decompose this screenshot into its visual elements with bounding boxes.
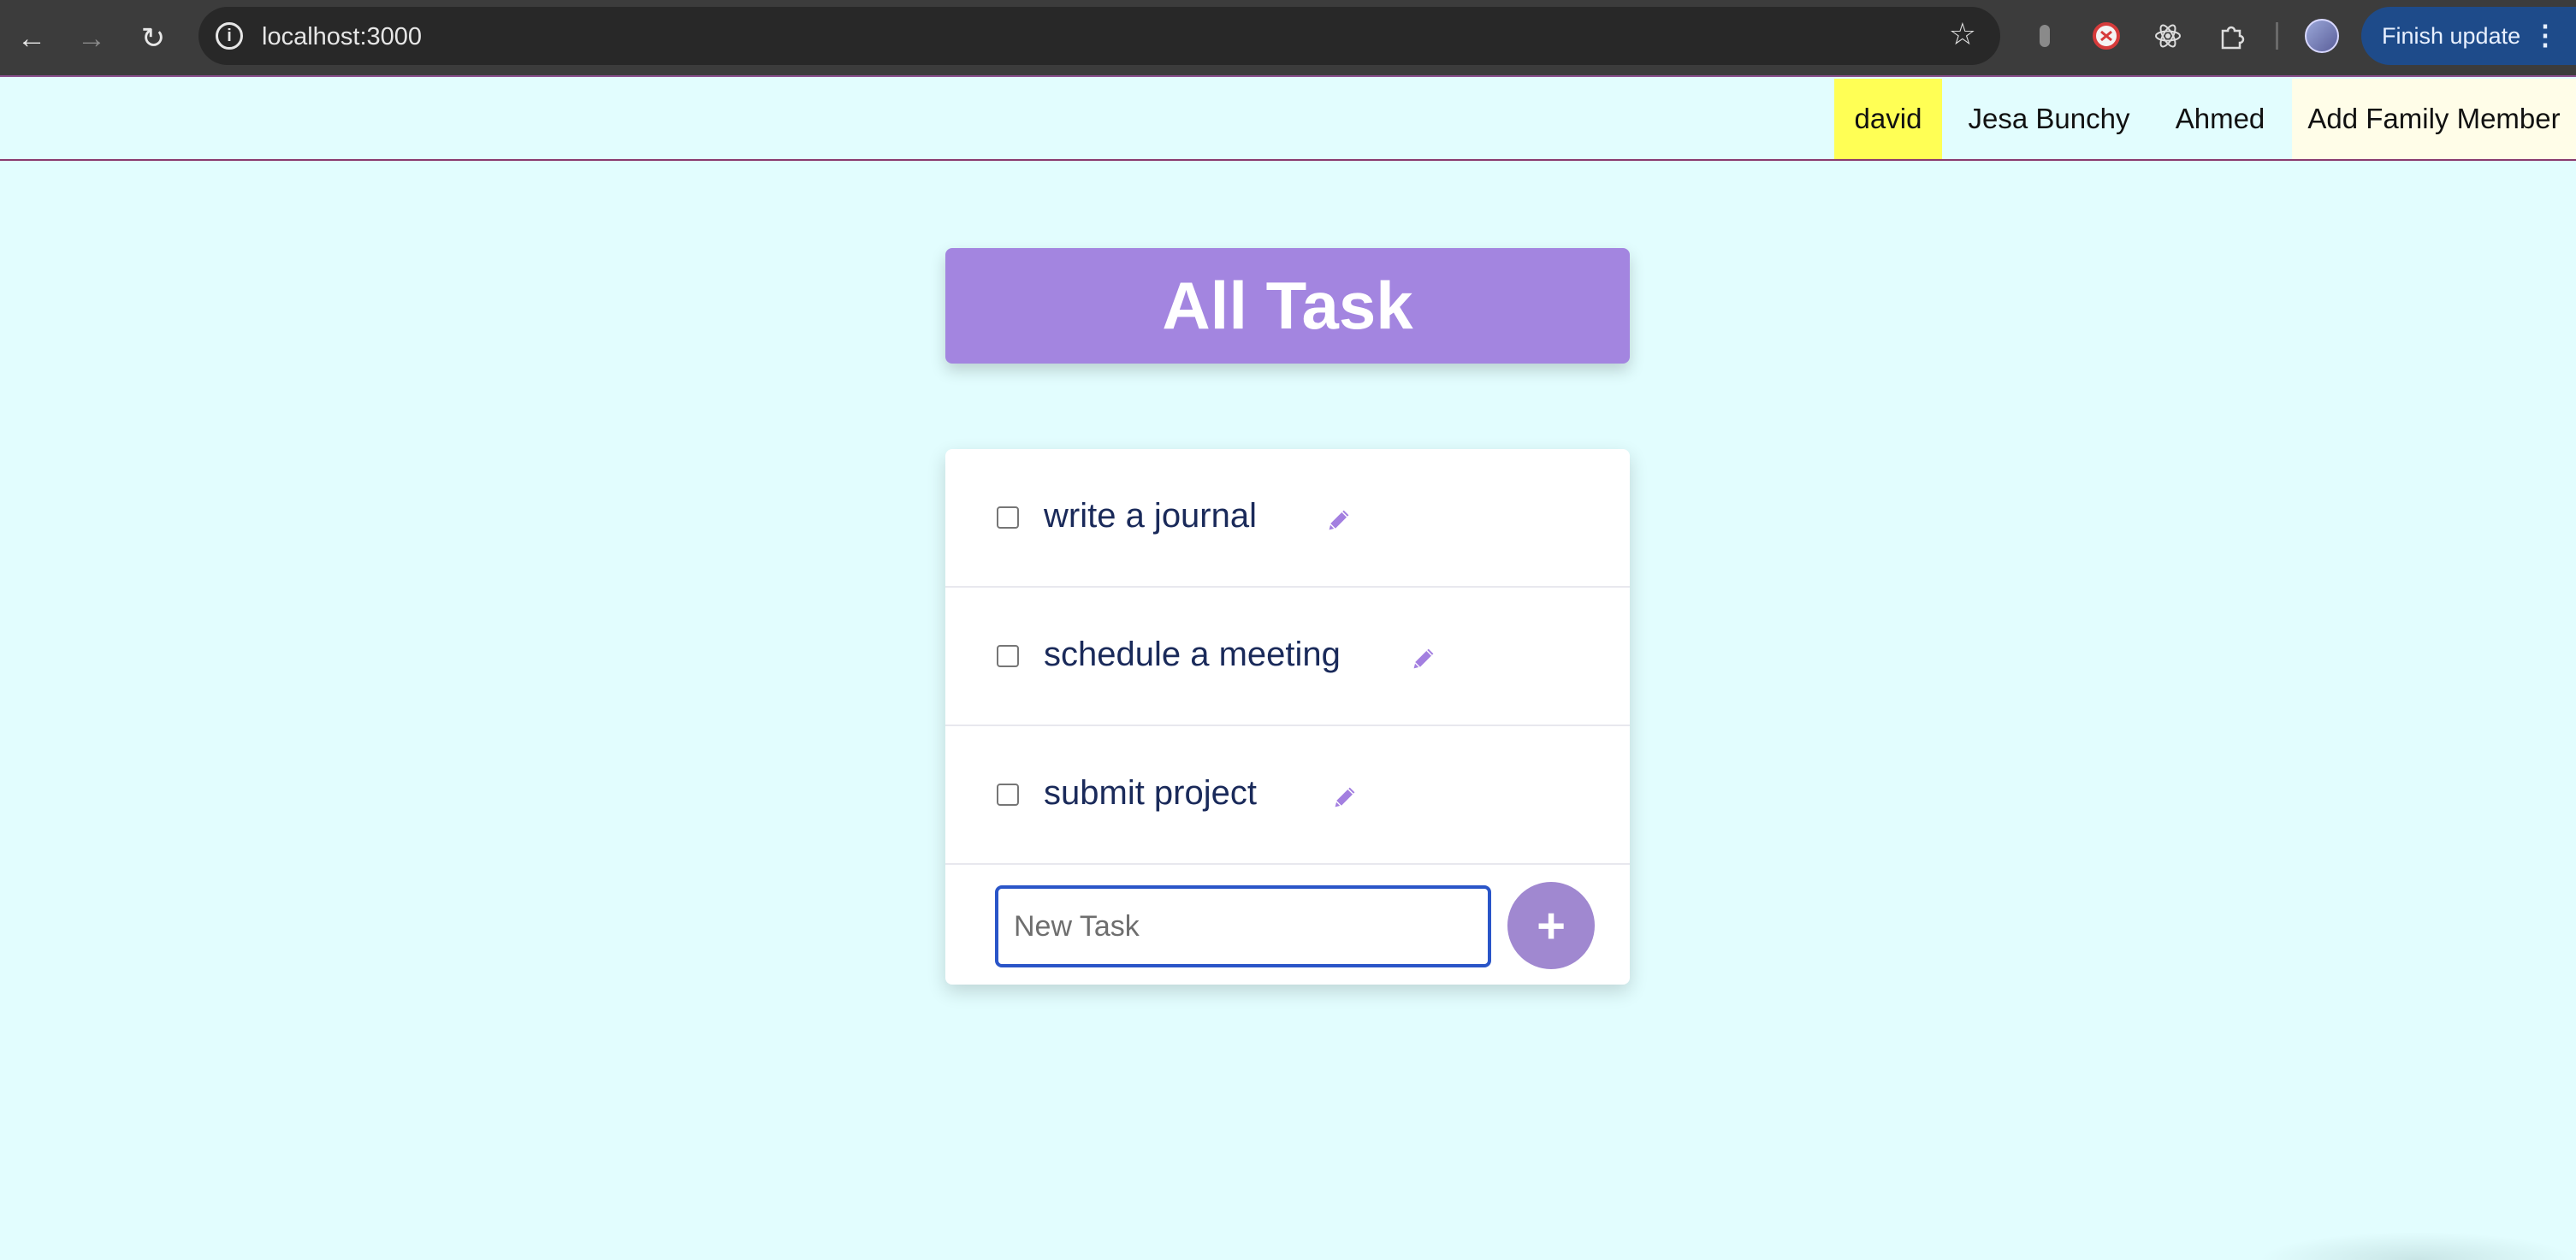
bookmark-star-icon[interactable]: ☆ [1949, 19, 1976, 50]
task-checkbox[interactable] [997, 506, 1019, 529]
reload-icon[interactable]: ↻ [130, 15, 176, 62]
puzzle-icon[interactable] [2214, 19, 2248, 53]
task-label: write a journal [1044, 497, 1258, 535]
task-label: schedule a meeting [1044, 636, 1341, 673]
info-icon[interactable]: i [216, 22, 243, 50]
nav-item-label: Add Family Member [2307, 103, 2561, 134]
back-arrow-icon[interactable]: ← [9, 15, 55, 62]
pencil-icon[interactable] [1323, 504, 1355, 536]
finish-update-button[interactable]: Finish update ⋮ [2361, 7, 2576, 65]
nav-item-david[interactable]: david [1834, 79, 1942, 159]
task-row: write a journal [945, 449, 1630, 588]
extension-red-icon[interactable] [2089, 19, 2123, 53]
nav-item-label: Ahmed [2175, 103, 2265, 134]
url-text[interactable]: localhost:3000 [262, 23, 422, 51]
task-row: submit project [945, 726, 1630, 865]
task-list-card: write a journal schedule a meeting submi… [945, 449, 1630, 985]
task-checkbox[interactable] [997, 784, 1019, 806]
nav-item-jesa-bunchy[interactable]: Jesa Bunchy [1947, 79, 2151, 159]
react-devtools-icon[interactable] [2151, 19, 2185, 53]
finish-update-label: Finish update [2382, 22, 2521, 49]
profile-avatar-icon[interactable] [2305, 19, 2339, 53]
address-bar[interactable]: i localhost:3000 ☆ [198, 7, 2000, 65]
extension-icon[interactable] [2028, 19, 2062, 53]
page-title: All Task [945, 248, 1630, 364]
task-checkbox[interactable] [997, 645, 1019, 667]
nav-item-ahmed[interactable]: Ahmed [2156, 79, 2284, 159]
pencil-icon[interactable] [1329, 781, 1361, 813]
browser-toolbar: ← → ↻ i localhost:3000 ☆ Finish update ⋮ [0, 0, 2576, 77]
pencil-icon[interactable] [1407, 642, 1440, 675]
new-task-input[interactable] [995, 885, 1491, 967]
corner-shadow [2259, 1232, 2576, 1260]
nav-item-label: david [1854, 103, 1922, 134]
more-menu-icon[interactable]: ⋮ [2532, 19, 2559, 51]
task-label: submit project [1044, 774, 1257, 812]
toolbar-divider [2276, 22, 2278, 50]
add-family-member-button[interactable]: Add Family Member [2292, 79, 2576, 159]
family-member-nav: david Jesa Bunchy Ahmed Add Family Membe… [0, 79, 2576, 161]
task-row: schedule a meeting [945, 588, 1630, 726]
forward-arrow-icon[interactable]: → [68, 15, 115, 62]
nav-item-label: Jesa Bunchy [1968, 103, 2130, 134]
add-task-button[interactable]: + [1507, 882, 1595, 969]
